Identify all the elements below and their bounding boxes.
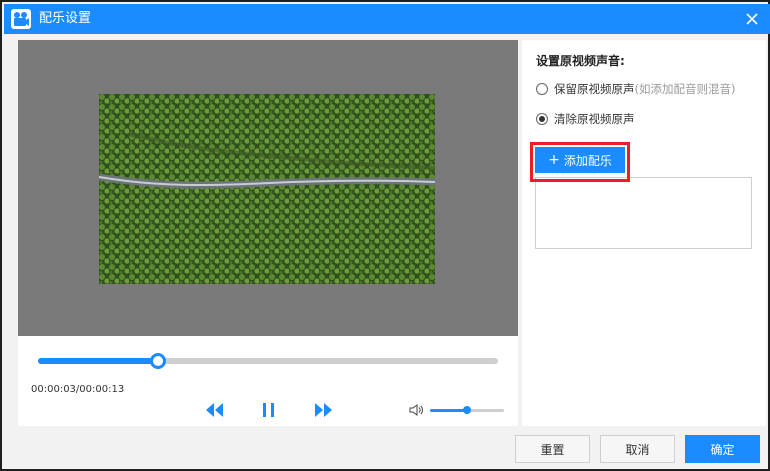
progress-slider[interactable] <box>38 353 498 369</box>
video-thumbnail <box>99 94 435 284</box>
confirm-button[interactable]: 确定 <box>685 435 760 463</box>
volume-fill <box>430 409 467 412</box>
fast-forward-icon[interactable] <box>312 400 334 420</box>
video-preview-pane: 00:00:03/00:00:13 <box>18 40 518 426</box>
radio-remove-original-audio[interactable]: 清除原视频原声 <box>536 110 635 128</box>
radio-label: 清除原视频原声 <box>554 112 635 126</box>
cancel-button[interactable]: 取消 <box>600 435 675 463</box>
rewind-icon[interactable] <box>204 400 226 420</box>
volume-handle[interactable] <box>463 406 471 414</box>
radio-label: 保留原视频原声 <box>554 82 635 96</box>
radio-hint: (如添加配音则混音) <box>634 82 736 96</box>
audio-settings-heading: 设置原视频声音: <box>536 54 625 68</box>
title-bar: 配乐设置 <box>4 4 770 34</box>
audio-settings-pane: 设置原视频声音: 保留原视频原声 (如添加配音则混音) 清除原视频原声 + 添加… <box>522 40 766 426</box>
video-music-app-icon <box>11 9 31 29</box>
reset-button[interactable]: 重置 <box>515 435 590 463</box>
radio-button[interactable] <box>536 83 548 95</box>
music-list-box[interactable] <box>535 177 752 249</box>
highlight-box <box>530 142 630 182</box>
progress-fill <box>38 358 158 364</box>
dialog-window: 配乐设置 00:00:03/00:00:13 设置原视频声音: 保留原视频原声 … <box>0 0 770 471</box>
radio-keep-original-audio[interactable]: 保留原视频原声 (如添加配音则混音) <box>536 80 735 98</box>
close-icon[interactable] <box>742 9 762 29</box>
radio-button[interactable] <box>536 113 548 125</box>
window-title: 配乐设置 <box>39 11 92 26</box>
pause-icon[interactable] <box>258 400 280 420</box>
playback-time: 00:00:03/00:00:13 <box>31 384 125 395</box>
volume-slider[interactable] <box>430 406 504 414</box>
video-canvas[interactable] <box>18 40 518 336</box>
progress-handle[interactable] <box>149 353 166 369</box>
volume-icon[interactable] <box>408 402 424 418</box>
